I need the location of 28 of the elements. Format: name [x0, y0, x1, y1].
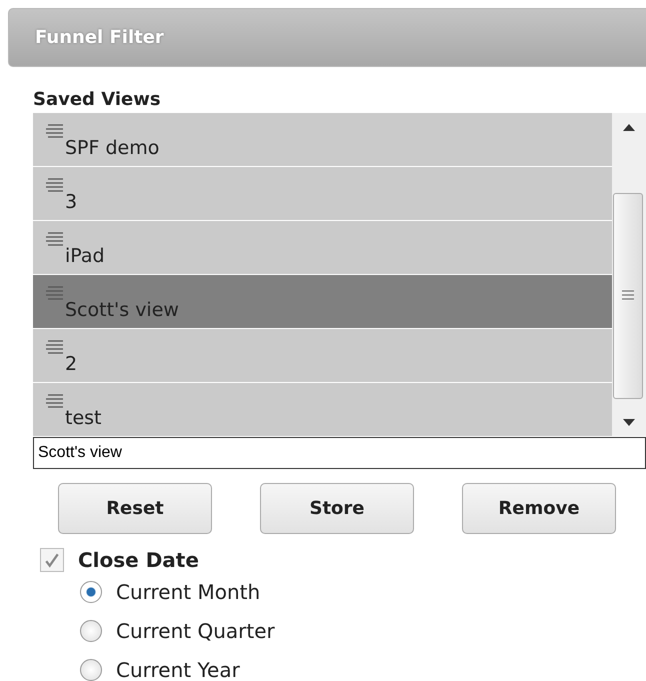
view-item[interactable]: iPad: [33, 221, 612, 274]
lines-icon: [45, 123, 65, 139]
section-label: Saved Views: [33, 88, 162, 112]
up-arrow-icon: [623, 124, 635, 131]
lines-icon: [45, 231, 65, 247]
view-item[interactable]: 3: [33, 167, 612, 220]
lines-icon: [45, 393, 65, 409]
radio-label: Current Month: [116, 580, 260, 604]
lines-icon: [45, 177, 65, 193]
view-item[interactable]: Scott's view: [33, 275, 612, 328]
action-button[interactable]: Remove: [462, 483, 616, 534]
radio-label: Current Quarter: [116, 618, 275, 642]
action-button[interactable]: Reset: [58, 483, 212, 534]
action-button[interactable]: Store: [260, 483, 414, 534]
panel-title: Funnel Filter: [35, 27, 164, 48]
grip-icon: [622, 290, 634, 300]
view-item[interactable]: 2: [33, 329, 612, 382]
view-item[interactable]: SPF demo: [33, 113, 612, 166]
view-item[interactable]: test: [33, 383, 612, 436]
radio-label: Current Year: [116, 658, 240, 681]
scrollbar[interactable]: [612, 113, 646, 436]
check-icon: [44, 552, 60, 568]
lines-icon: [45, 285, 65, 301]
checkbox-label: Close Date: [78, 548, 199, 572]
scroll-thumb[interactable]: [613, 193, 643, 399]
view-name-field[interactable]: Scott's view: [33, 437, 646, 469]
lines-icon: [45, 339, 65, 355]
down-arrow-icon: [623, 419, 635, 426]
